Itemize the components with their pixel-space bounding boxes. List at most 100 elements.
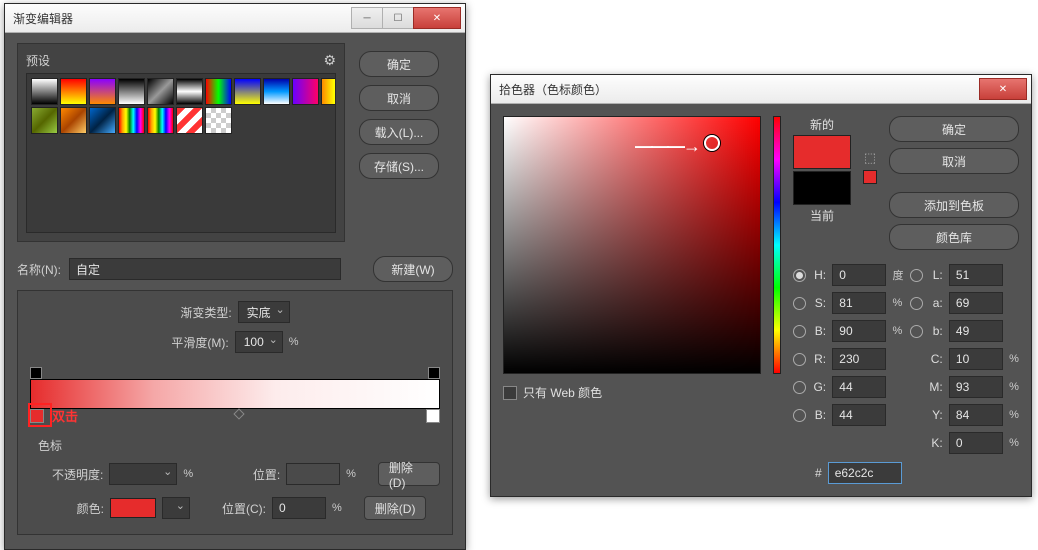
- preset-swatch[interactable]: [263, 78, 290, 105]
- y-input[interactable]: [949, 404, 1003, 426]
- opacity-stop-left[interactable]: [30, 367, 42, 379]
- radio-s[interactable]: [793, 297, 806, 310]
- grad-type-dropdown[interactable]: 实底: [238, 301, 290, 323]
- preset-swatch[interactable]: [118, 78, 145, 105]
- bb-input[interactable]: [949, 320, 1003, 342]
- save-button[interactable]: 存储(S)...: [359, 153, 439, 179]
- preset-swatch[interactable]: [60, 78, 87, 105]
- k-input[interactable]: [949, 432, 1003, 454]
- preset-swatch[interactable]: [60, 107, 87, 134]
- color-dropdown[interactable]: [162, 497, 190, 519]
- preset-swatch[interactable]: [321, 78, 336, 105]
- web-only-label: 只有 Web 颜色: [523, 384, 602, 401]
- preset-swatch[interactable]: [89, 78, 116, 105]
- preset-swatch[interactable]: [234, 78, 261, 105]
- color-label: 颜色:: [48, 500, 104, 517]
- stops-label: 色标: [38, 437, 440, 454]
- stop-annotation: 双击: [52, 406, 78, 425]
- pos-label: 位置:: [225, 466, 280, 483]
- minimize-button[interactable]: ─: [351, 7, 383, 29]
- preset-swatch[interactable]: [147, 107, 174, 134]
- opacity-stop-right[interactable]: [428, 367, 440, 379]
- c-input[interactable]: [949, 348, 1003, 370]
- midpoint-stop[interactable]: [233, 408, 244, 419]
- close-button[interactable]: ✕: [413, 7, 461, 29]
- grad-type-label: 渐变类型:: [180, 304, 231, 321]
- new-label: 新的: [810, 116, 834, 133]
- maximize-button[interactable]: ☐: [382, 7, 414, 29]
- load-button[interactable]: 载入(L)...: [359, 119, 439, 145]
- radio-h[interactable]: [793, 269, 806, 282]
- radio-g[interactable]: [793, 381, 806, 394]
- bv-input[interactable]: [832, 404, 886, 426]
- s-input[interactable]: [832, 292, 886, 314]
- opacity-input: [109, 463, 177, 485]
- gradient-panel: 渐变类型: 实底 平滑度(M): 100 % 双击 色标 不透明度:: [17, 290, 453, 535]
- gear-icon[interactable]: ⚙: [323, 52, 336, 69]
- stop-highlight-icon: [28, 403, 52, 427]
- cp-cancel-button[interactable]: 取消: [889, 148, 1019, 174]
- gamut-warning-icon[interactable]: ⬚: [864, 150, 876, 166]
- titlebar[interactable]: 渐变编辑器 ─ ☐ ✕: [5, 4, 465, 33]
- preset-swatch[interactable]: [205, 107, 232, 134]
- current-color-swatch[interactable]: [793, 171, 851, 205]
- cur-label: 当前: [810, 207, 834, 224]
- color-picker-dialog: 拾色器（色标颜色） ✕ ———→ 只有 Web 颜色 新的 当前: [490, 74, 1032, 497]
- smooth-dropdown[interactable]: 100: [235, 331, 283, 353]
- cp-title: 拾色器（色标颜色）: [499, 81, 980, 98]
- a-input[interactable]: [949, 292, 1003, 314]
- radio-l[interactable]: [910, 269, 923, 282]
- g-input[interactable]: [832, 376, 886, 398]
- new-color-swatch[interactable]: [793, 135, 851, 169]
- preset-swatch[interactable]: [89, 107, 116, 134]
- radio-bb[interactable]: [910, 325, 923, 338]
- preset-swatch[interactable]: [292, 78, 319, 105]
- radio-r[interactable]: [793, 353, 806, 366]
- cancel-button[interactable]: 取消: [359, 85, 439, 111]
- opacity-label: 不透明度:: [48, 466, 103, 483]
- gamut-swatch[interactable]: [863, 170, 877, 184]
- name-label: 名称(N):: [17, 261, 61, 278]
- new-button[interactable]: 新建(W): [373, 256, 453, 282]
- window-title: 渐变编辑器: [13, 10, 352, 27]
- hash-label: #: [815, 466, 822, 480]
- preset-swatch[interactable]: [31, 107, 58, 134]
- gradient-editor-dialog: 渐变编辑器 ─ ☐ ✕ 预设 ⚙ 确定 取消 载入(L)... 存储(S)...: [4, 3, 466, 550]
- color-library-button[interactable]: 颜色库: [889, 224, 1019, 250]
- posc-label: 位置(C):: [210, 500, 266, 517]
- ok-button[interactable]: 确定: [359, 51, 439, 77]
- pos-input: [286, 463, 340, 485]
- l-input[interactable]: [949, 264, 1003, 286]
- cp-ok-button[interactable]: 确定: [889, 116, 1019, 142]
- sv-field[interactable]: [503, 116, 761, 374]
- hex-input[interactable]: [828, 462, 902, 484]
- color-well[interactable]: [110, 498, 156, 518]
- hue-strip[interactable]: [773, 116, 781, 374]
- preset-swatch[interactable]: [31, 78, 58, 105]
- radio-b[interactable]: [793, 325, 806, 338]
- preset-scroll[interactable]: [26, 73, 336, 233]
- h-input[interactable]: [832, 264, 886, 286]
- web-only-checkbox[interactable]: [503, 386, 517, 400]
- radio-bv[interactable]: [793, 409, 806, 422]
- b-input[interactable]: [832, 320, 886, 342]
- radio-a[interactable]: [910, 297, 923, 310]
- smooth-label: 平滑度(M):: [171, 334, 228, 351]
- color-stop-right[interactable]: [426, 409, 440, 423]
- cp-close-button[interactable]: ✕: [979, 78, 1027, 100]
- m-input[interactable]: [949, 376, 1003, 398]
- preset-swatch[interactable]: [205, 78, 232, 105]
- sv-cursor-icon: [704, 135, 720, 151]
- add-swatch-button[interactable]: 添加到色板: [889, 192, 1019, 218]
- delete-color-button[interactable]: 删除(D): [364, 496, 427, 520]
- posc-input[interactable]: [272, 497, 326, 519]
- preset-swatch[interactable]: [176, 107, 203, 134]
- preset-swatch[interactable]: [176, 78, 203, 105]
- name-input[interactable]: [69, 258, 341, 280]
- preset-swatch[interactable]: [147, 78, 174, 105]
- r-input[interactable]: [832, 348, 886, 370]
- cp-titlebar[interactable]: 拾色器（色标颜色） ✕: [491, 75, 1031, 104]
- preset-label: 预设: [26, 52, 50, 69]
- gradient-bar[interactable]: 双击: [30, 379, 440, 409]
- preset-swatch[interactable]: [118, 107, 145, 134]
